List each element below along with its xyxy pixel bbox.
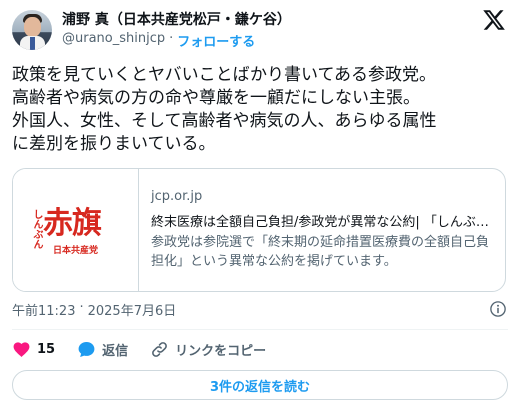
- divider: [12, 329, 508, 330]
- like-count: 15: [37, 341, 56, 357]
- separator: ·: [79, 300, 84, 315]
- tweet-line: 高齢者や病気の方の命や尊厳を一顧だにしない主張。: [12, 88, 420, 108]
- author-handle-row: @urano_shinjcp · フォローする: [62, 31, 255, 50]
- link-thumbnail[interactable]: しんぶん 赤旗 日本共産党: [13, 169, 139, 291]
- info-icon[interactable]: [489, 300, 507, 318]
- logo-small-text: しんぶん: [31, 209, 42, 249]
- tweet-line: に差別を振りまいている。: [12, 134, 216, 154]
- timestamp[interactable]: 午前11:23 · 2025年7月6日: [12, 300, 176, 319]
- date: 2025年7月6日: [87, 304, 177, 319]
- tweet-text: 政策を見ていくとヤバいことばかり書いてある参政党。 高齢者や病気の方の命や尊厳を…: [12, 64, 508, 156]
- read-replies-button[interactable]: 3件の返信を読む: [12, 370, 508, 400]
- logo-main-text: 赤旗: [43, 206, 102, 241]
- copy-link-label: リンクをコピー: [175, 343, 267, 359]
- author-name[interactable]: 浦野 真（日本共産党松戸・鎌ケ谷）: [62, 9, 291, 29]
- reply-button[interactable]: 返信: [77, 340, 128, 359]
- heart-icon: [13, 341, 30, 357]
- tweet-line: 外国人、女性、そして高齢者や病気の人、あらゆる属性: [12, 111, 437, 131]
- reply-label: 返信: [102, 343, 129, 359]
- copy-link-button[interactable]: リンクをコピー: [150, 340, 266, 359]
- link-preview-card[interactable]: しんぶん 赤旗 日本共産党 jcp.or.jp 終末医療は全額自己負担/参政党が…: [12, 168, 506, 292]
- action-bar: 15 返信 リンクをコピー: [12, 338, 288, 360]
- author-handle[interactable]: @urano_shinjcp: [62, 31, 165, 50]
- follow-button[interactable]: フォローする: [177, 31, 255, 50]
- link-domain: jcp.or.jp: [151, 189, 203, 204]
- logo-sub-text: 日本共産党: [53, 246, 99, 256]
- separator: ·: [169, 31, 174, 46]
- tweet-card: 浦野 真（日本共産党松戸・鎌ケ谷） @urano_shinjcp · フォローす…: [0, 0, 520, 416]
- time: 午前11:23: [12, 304, 76, 319]
- x-logo-icon[interactable]: [482, 8, 506, 32]
- like-button[interactable]: 15: [12, 340, 55, 359]
- avatar[interactable]: [12, 10, 52, 50]
- reply-bubble-icon: [78, 341, 95, 357]
- tweet-line: 政策を見ていくとヤバいことばかり書いてある参政党。: [12, 65, 436, 85]
- link-title: 終末医療は全額自己負担/参政党が異常な公約| 「しんぶん赤旗」: [151, 215, 497, 230]
- link-icon: [152, 341, 168, 357]
- link-description: 参政党は参院選で「終末期の延命措置医療費の全額自己負担化」という異常な公約を掲げ…: [151, 235, 490, 269]
